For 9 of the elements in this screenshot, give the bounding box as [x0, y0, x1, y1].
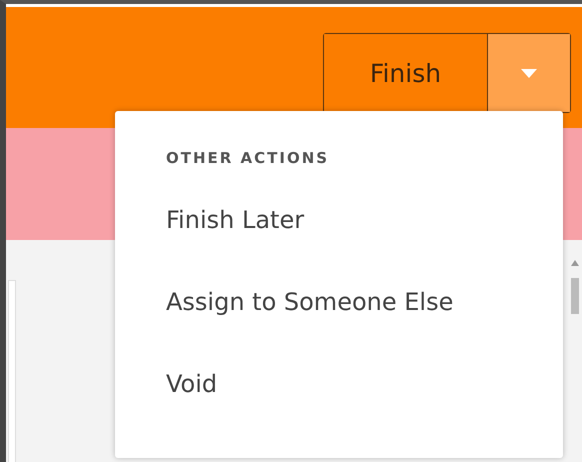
menu-heading: OTHER ACTIONS [166, 149, 330, 167]
caret-icon [521, 68, 537, 78]
scroll-thumb[interactable] [571, 278, 579, 314]
menu-item[interactable]: Assign to Someone Else [166, 287, 563, 369]
finish-button[interactable]: Finish [324, 34, 488, 112]
scroll-up-icon[interactable] [571, 260, 579, 266]
menu-item[interactable]: Finish Later [166, 205, 563, 287]
menu-item[interactable]: Void [166, 369, 563, 451]
dropdown-button[interactable] [488, 34, 570, 112]
